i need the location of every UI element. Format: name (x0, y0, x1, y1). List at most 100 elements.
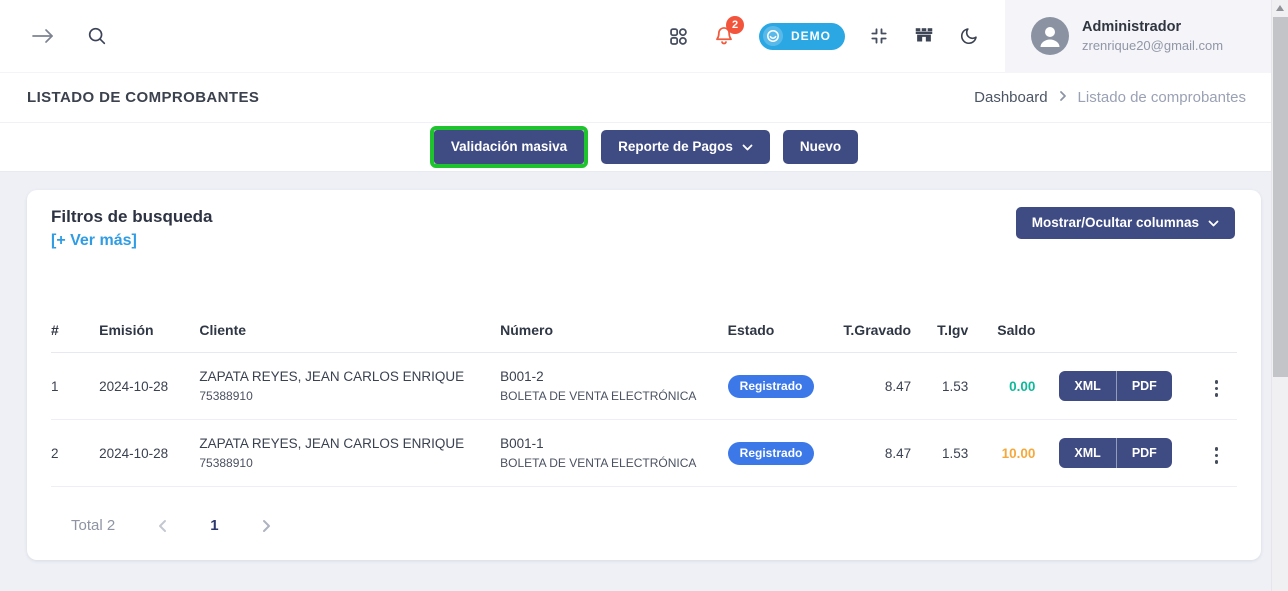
pagination-total: Total 2 (71, 517, 115, 534)
main-content: Filtros de busqueda [+ Ver más] Mostrar/… (0, 190, 1288, 591)
row-menu (1196, 353, 1237, 420)
row-menu-dots-icon[interactable] (1209, 376, 1225, 401)
see-more-link[interactable]: [+ Ver más] (51, 232, 137, 250)
file-buttons: XML PDF (1059, 371, 1171, 401)
row-menu-dots-icon[interactable] (1209, 443, 1225, 468)
payments-report-button[interactable]: Reporte de Pagos (601, 130, 770, 164)
window-compress-icon[interactable] (869, 26, 889, 46)
row-num: 1 (51, 353, 99, 420)
row-num: 2 (51, 420, 99, 487)
voucher-type: BOLETA DE VENTA ELECTRÓNICA (500, 389, 728, 403)
apps-grid-icon[interactable] (668, 26, 689, 47)
demo-label: DEMO (791, 29, 831, 43)
client-doc: 75388910 (199, 389, 500, 403)
row-menu (1196, 420, 1237, 487)
row-gravado: 8.47 (841, 420, 911, 487)
row-actions: XML PDF (1035, 420, 1195, 487)
row-number: B001-1 BOLETA DE VENTA ELECTRÓNICA (500, 420, 728, 487)
voucher-type: BOLETA DE VENTA ELECTRÓNICA (500, 456, 728, 470)
voucher-number: B001-2 (500, 369, 728, 384)
col-header-num: # (51, 296, 99, 353)
pdf-button[interactable]: PDF (1116, 371, 1172, 401)
dark-mode-moon-icon[interactable] (959, 26, 979, 46)
col-header-numero: Número (500, 296, 728, 353)
table-row: 2 2024-10-28 ZAPATA REYES, JEAN CARLOS E… (51, 420, 1237, 487)
row-status: Registrado (728, 353, 841, 420)
col-header-igv: T.Igv (911, 296, 968, 353)
table-header-row: # Emisión Cliente Número Estado T.Gravad… (51, 296, 1237, 353)
row-number: B001-2 BOLETA DE VENTA ELECTRÓNICA (500, 353, 728, 420)
vouchers-table-wrap: # Emisión Cliente Número Estado T.Gravad… (51, 296, 1237, 534)
vouchers-table: # Emisión Cliente Número Estado T.Gravad… (51, 296, 1237, 487)
col-header-saldo: Saldo (968, 296, 1035, 353)
col-header-emision: Emisión (99, 296, 199, 353)
sidebar-toggle-icon[interactable] (30, 26, 56, 46)
col-header-cliente: Cliente (199, 296, 500, 353)
mass-validation-button[interactable]: Validación masiva (434, 130, 584, 164)
breadcrumb-chevron-icon (1059, 89, 1067, 106)
xml-button[interactable]: XML (1059, 438, 1115, 468)
pagination-prev-icon[interactable] (158, 519, 167, 533)
row-actions: XML PDF (1035, 353, 1195, 420)
user-text: Administrador zrenrique20@gmail.com (1082, 17, 1223, 55)
status-badge: Registrado (728, 442, 815, 465)
row-gravado: 8.47 (841, 353, 911, 420)
client-name: ZAPATA REYES, JEAN CARLOS ENRIQUE (199, 436, 500, 451)
user-avatar-icon (1031, 17, 1069, 55)
chevron-down-icon (1208, 215, 1219, 231)
user-menu[interactable]: Administrador zrenrique20@gmail.com (1005, 0, 1288, 73)
row-date: 2024-10-28 (99, 353, 199, 420)
row-igv: 1.53 (911, 353, 968, 420)
smiley-icon (763, 26, 783, 46)
breadcrumb-current: Listado de comprobantes (1078, 89, 1246, 106)
topbar-right: 2 DEMO (668, 0, 1288, 72)
pagination-next-icon[interactable] (262, 519, 271, 533)
pagination: Total 2 1 (51, 487, 1237, 534)
notification-count-badge: 2 (726, 16, 744, 34)
client-doc: 75388910 (199, 456, 500, 470)
titlebar: LISTADO DE COMPROBANTES Dashboard Listad… (0, 73, 1288, 123)
col-header-estado: Estado (728, 296, 841, 353)
toggle-columns-label: Mostrar/Ocultar columnas (1032, 215, 1199, 231)
breadcrumb-dashboard[interactable]: Dashboard (974, 89, 1047, 106)
payments-report-label: Reporte de Pagos (618, 139, 733, 155)
row-igv: 1.53 (911, 420, 968, 487)
row-date: 2024-10-28 (99, 420, 199, 487)
voucher-number: B001-1 (500, 436, 728, 451)
col-header-gravado: T.Gravado (841, 296, 911, 353)
row-client: ZAPATA REYES, JEAN CARLOS ENRIQUE 753889… (199, 353, 500, 420)
search-icon[interactable] (86, 25, 108, 47)
filters-title: Filtros de busqueda (51, 207, 213, 227)
breadcrumb: Dashboard Listado de comprobantes (974, 89, 1246, 106)
row-client: ZAPATA REYES, JEAN CARLOS ENRIQUE 753889… (199, 420, 500, 487)
scrollbar-thumb[interactable] (1273, 17, 1288, 377)
vouchers-card: Filtros de busqueda [+ Ver más] Mostrar/… (27, 190, 1261, 560)
row-status: Registrado (728, 420, 841, 487)
scrollbar-up-arrow[interactable] (1272, 0, 1288, 16)
page-scrollbar (1271, 0, 1288, 591)
topbar: 2 DEMO (0, 0, 1288, 73)
pdf-button[interactable]: PDF (1116, 438, 1172, 468)
nav-icons: 2 DEMO (668, 23, 979, 50)
user-email: zrenrique20@gmail.com (1082, 37, 1223, 55)
pagination-page-1[interactable]: 1 (210, 517, 218, 534)
row-saldo: 10.00 (968, 420, 1035, 487)
page-title: LISTADO DE COMPROBANTES (27, 89, 259, 106)
action-buttons-bar: Validación masiva Reporte de Pagos Nuevo (0, 123, 1288, 172)
row-saldo: 0.00 (968, 353, 1035, 420)
col-header-actions (1035, 296, 1195, 353)
client-name: ZAPATA REYES, JEAN CARLOS ENRIQUE (199, 369, 500, 384)
status-badge: Registrado (728, 375, 815, 398)
store-icon[interactable] (913, 25, 935, 47)
card-header: Filtros de busqueda [+ Ver más] Mostrar/… (27, 190, 1261, 250)
col-header-menu (1196, 296, 1237, 353)
new-button[interactable]: Nuevo (783, 130, 858, 164)
notifications-bell-icon[interactable]: 2 (713, 25, 735, 47)
toggle-columns-button[interactable]: Mostrar/Ocultar columnas (1016, 207, 1235, 239)
filters-block: Filtros de busqueda [+ Ver más] (51, 207, 213, 250)
topbar-left (0, 0, 108, 72)
user-name: Administrador (1082, 17, 1223, 37)
xml-button[interactable]: XML (1059, 371, 1115, 401)
file-buttons: XML PDF (1059, 438, 1171, 468)
demo-pill-button[interactable]: DEMO (759, 23, 845, 50)
